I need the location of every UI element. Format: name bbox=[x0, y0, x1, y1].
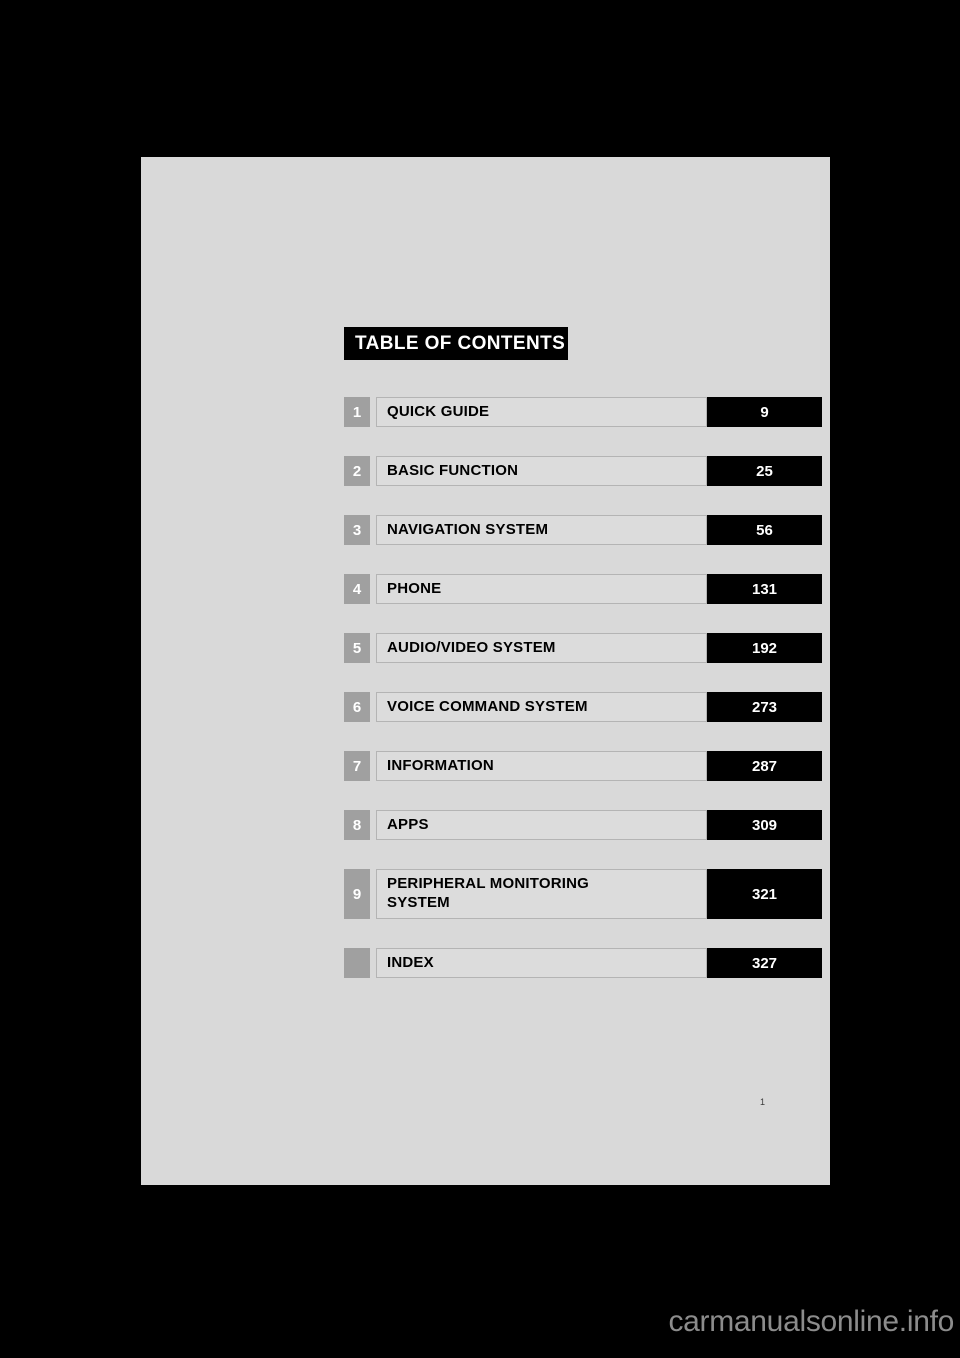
toc-chapter-number: 6 bbox=[344, 692, 370, 722]
toc-chapter-number: 7 bbox=[344, 751, 370, 781]
toc-page-number[interactable]: 56 bbox=[707, 515, 822, 545]
toc-page-number[interactable]: 327 bbox=[707, 948, 822, 978]
toc-row[interactable]: INDEX 327 bbox=[344, 948, 822, 978]
toc-chapter-number: 1 bbox=[344, 397, 370, 427]
toc-row[interactable]: 1 QUICK GUIDE 9 bbox=[344, 397, 822, 427]
toc-page-number[interactable]: 131 bbox=[707, 574, 822, 604]
watermark: carmanualsonline.info bbox=[668, 1305, 954, 1338]
manual-page: TABLE OF CONTENTS 1 QUICK GUIDE 9 2 BASIC FU… bbox=[141, 157, 830, 1185]
toc-chapter-number: 2 bbox=[344, 456, 370, 486]
toc-chapter-title[interactable]: PERIPHERAL MONITORING SYSTEM bbox=[376, 869, 707, 919]
toc-chapter-number: 8 bbox=[344, 810, 370, 840]
toc-chapter-title[interactable]: INDEX bbox=[376, 948, 707, 978]
toc-row[interactable]: 3 NAVIGATION SYSTEM 56 bbox=[344, 515, 822, 545]
toc-page-number[interactable]: 9 bbox=[707, 397, 822, 427]
toc-chapter-number: 4 bbox=[344, 574, 370, 604]
toc-row[interactable]: 5 AUDIO/VIDEO SYSTEM 192 bbox=[344, 633, 822, 663]
toc-chapter-number: 9 bbox=[344, 869, 370, 919]
toc-page-number[interactable]: 309 bbox=[707, 810, 822, 840]
toc-chapter-number: 3 bbox=[344, 515, 370, 545]
toc-row[interactable]: 6 VOICE COMMAND SYSTEM 273 bbox=[344, 692, 822, 722]
folio-page-number: 1 bbox=[141, 1097, 830, 1107]
folio-value: 1 bbox=[759, 1097, 765, 1107]
toc-row[interactable]: 2 BASIC FUNCTION 25 bbox=[344, 456, 822, 486]
toc-chapter-title[interactable]: PHONE bbox=[376, 574, 707, 604]
toc-chapter-title[interactable]: AUDIO/VIDEO SYSTEM bbox=[376, 633, 707, 663]
toc-row[interactable]: 8 APPS 309 bbox=[344, 810, 822, 840]
toc-chapter-title[interactable]: INFORMATION bbox=[376, 751, 707, 781]
toc-chapter-title[interactable]: BASIC FUNCTION bbox=[376, 456, 707, 486]
page-title: TABLE OF CONTENTS bbox=[344, 327, 568, 360]
toc-row[interactable]: 9 PERIPHERAL MONITORING SYSTEM 321 bbox=[344, 869, 822, 919]
toc-chapter-title[interactable]: APPS bbox=[376, 810, 707, 840]
toc-page-number[interactable]: 273 bbox=[707, 692, 822, 722]
toc-chapter-number: 5 bbox=[344, 633, 370, 663]
toc-row[interactable]: 4 PHONE 131 bbox=[344, 574, 822, 604]
table-of-contents-list: 1 QUICK GUIDE 9 2 BASIC FUNCTION 25 3 NAVIGATIO… bbox=[344, 397, 822, 978]
toc-chapter-number bbox=[344, 948, 370, 978]
toc-page-number[interactable]: 192 bbox=[707, 633, 822, 663]
toc-row[interactable]: 7 INFORMATION 287 bbox=[344, 751, 822, 781]
toc-page-number[interactable]: 321 bbox=[707, 869, 822, 919]
toc-chapter-title[interactable]: QUICK GUIDE bbox=[376, 397, 707, 427]
toc-page-number[interactable]: 287 bbox=[707, 751, 822, 781]
toc-chapter-title[interactable]: NAVIGATION SYSTEM bbox=[376, 515, 707, 545]
toc-page-number[interactable]: 25 bbox=[707, 456, 822, 486]
toc-chapter-title[interactable]: VOICE COMMAND SYSTEM bbox=[376, 692, 707, 722]
